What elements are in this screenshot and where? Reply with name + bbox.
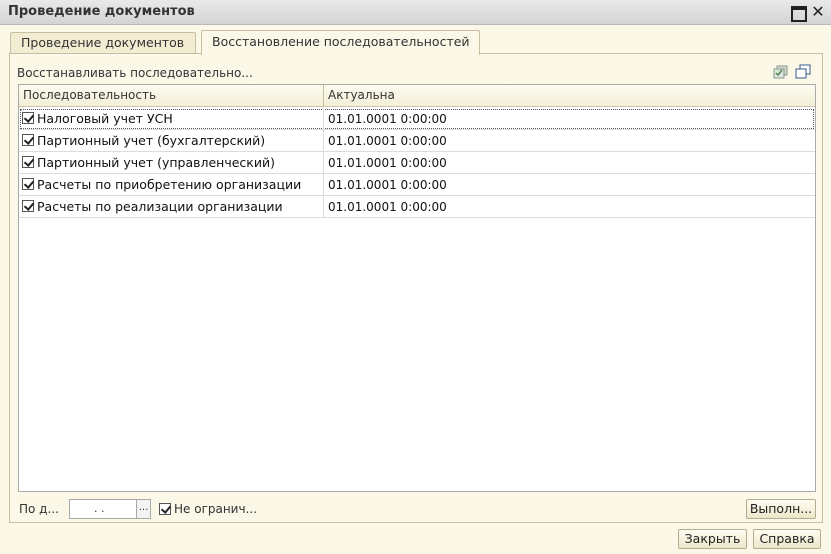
- row-checkbox[interactable]: [22, 156, 34, 168]
- row-date: 01.01.0001 0:00:00: [328, 112, 447, 126]
- row-name: Партионный учет (управленческий): [37, 155, 275, 170]
- close-icon[interactable]: ✕: [810, 4, 826, 20]
- table-row[interactable]: Расчеты по реализации организации 01.01.…: [19, 196, 815, 218]
- po-date-label: По д...: [19, 502, 59, 516]
- help-button[interactable]: Справка: [753, 529, 821, 549]
- row-date: 01.01.0001 0:00:00: [328, 200, 447, 214]
- table-row[interactable]: Налоговый учет УСН 01.01.0001 0:00:00: [19, 108, 815, 130]
- cell-divider: [323, 174, 324, 195]
- close-button[interactable]: Закрыть: [678, 529, 747, 549]
- uncheck-all-icon[interactable]: [795, 64, 811, 80]
- row-date: 01.01.0001 0:00:00: [328, 178, 447, 192]
- tab-document-posting[interactable]: Проведение документов: [10, 32, 196, 54]
- date-input[interactable]: . .: [69, 499, 137, 519]
- sequence-table: Последовательность Актуальна Налоговый у…: [18, 84, 816, 492]
- row-checkbox[interactable]: [22, 134, 34, 146]
- row-name: Расчеты по реализации организации: [37, 199, 283, 214]
- table-row[interactable]: Партионный учет (бухгалтерский) 01.01.00…: [19, 130, 815, 152]
- maximize-icon[interactable]: [790, 4, 807, 22]
- bottom-toolbar: По д... . . ... Не огранич... Выполн...: [10, 498, 822, 522]
- no-limit-label[interactable]: Не огранич...: [174, 502, 257, 516]
- table-row[interactable]: Расчеты по приобретению организации 01.0…: [19, 174, 815, 196]
- no-limit-checkbox[interactable]: [159, 503, 171, 515]
- column-header-actual[interactable]: Актуальна: [328, 88, 395, 102]
- row-checkbox[interactable]: [22, 112, 34, 124]
- column-divider[interactable]: [323, 85, 324, 107]
- row-date: 01.01.0001 0:00:00: [328, 134, 447, 148]
- check-all-icon[interactable]: [773, 64, 789, 80]
- row-name: Расчеты по приобретению организации: [37, 177, 302, 192]
- cell-divider: [323, 196, 324, 217]
- section-label: Восстанавливать последовательно...: [17, 66, 253, 80]
- cell-divider: [323, 130, 324, 151]
- table-row[interactable]: Партионный учет (управленческий) 01.01.0…: [19, 152, 815, 174]
- window-title: Проведение документов: [8, 4, 195, 19]
- tab-sequence-restore[interactable]: Восстановление последовательностей: [201, 30, 480, 55]
- row-checkbox[interactable]: [22, 200, 34, 212]
- row-name: Налоговый учет УСН: [37, 111, 173, 126]
- table-header: Последовательность Актуальна: [19, 85, 815, 107]
- column-header-sequence[interactable]: Последовательность: [23, 88, 156, 102]
- execute-button[interactable]: Выполн...: [746, 499, 816, 519]
- row-checkbox[interactable]: [22, 178, 34, 190]
- row-date: 01.01.0001 0:00:00: [328, 156, 447, 170]
- title-bar: Проведение документов ✕: [0, 0, 831, 25]
- tab-panel: Восстанавливать последовательно... После…: [9, 53, 823, 523]
- cell-divider: [323, 108, 324, 129]
- cell-divider: [323, 152, 324, 173]
- row-name: Партионный учет (бухгалтерский): [37, 133, 266, 148]
- date-picker-button[interactable]: ...: [136, 499, 151, 519]
